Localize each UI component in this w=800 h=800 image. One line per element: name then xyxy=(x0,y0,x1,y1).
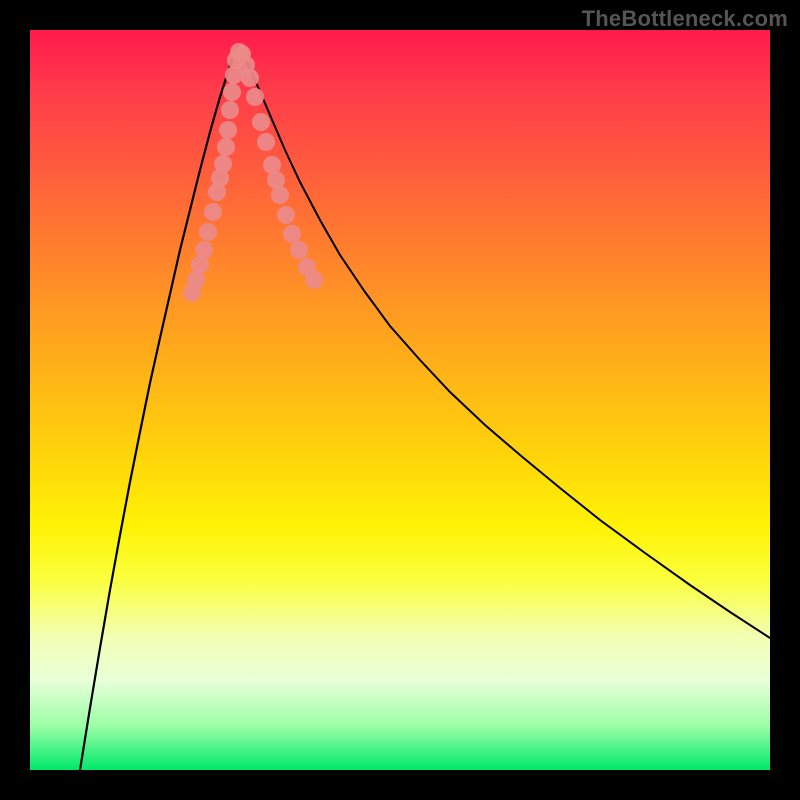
data-point xyxy=(267,171,285,189)
data-point xyxy=(246,88,264,106)
data-point xyxy=(263,156,281,174)
data-point xyxy=(214,155,232,173)
data-point xyxy=(204,203,222,221)
data-point xyxy=(217,138,235,156)
data-point xyxy=(225,66,243,84)
data-point xyxy=(277,206,295,224)
data-points-cluster xyxy=(183,43,323,302)
data-point xyxy=(237,56,255,74)
data-point xyxy=(290,241,308,259)
data-point xyxy=(191,256,209,274)
data-point xyxy=(221,101,239,119)
data-point xyxy=(211,169,229,187)
data-point xyxy=(223,83,241,101)
chart-plot-area xyxy=(30,30,770,770)
data-point xyxy=(219,121,237,139)
data-point xyxy=(257,133,275,151)
data-point xyxy=(233,45,251,63)
data-point xyxy=(187,271,205,289)
data-point xyxy=(241,69,259,87)
data-point xyxy=(199,223,217,241)
data-point xyxy=(183,284,201,302)
bottleneck-curve xyxy=(80,46,770,770)
data-point xyxy=(252,113,270,131)
chart-overlay xyxy=(30,30,770,770)
data-point xyxy=(271,186,289,204)
data-point xyxy=(230,43,248,61)
data-point xyxy=(298,258,316,276)
data-point xyxy=(283,225,301,243)
data-point xyxy=(305,271,323,289)
data-point xyxy=(208,183,226,201)
data-point xyxy=(195,241,213,259)
data-point xyxy=(227,51,245,69)
watermark-text: TheBottleneck.com xyxy=(582,6,788,32)
